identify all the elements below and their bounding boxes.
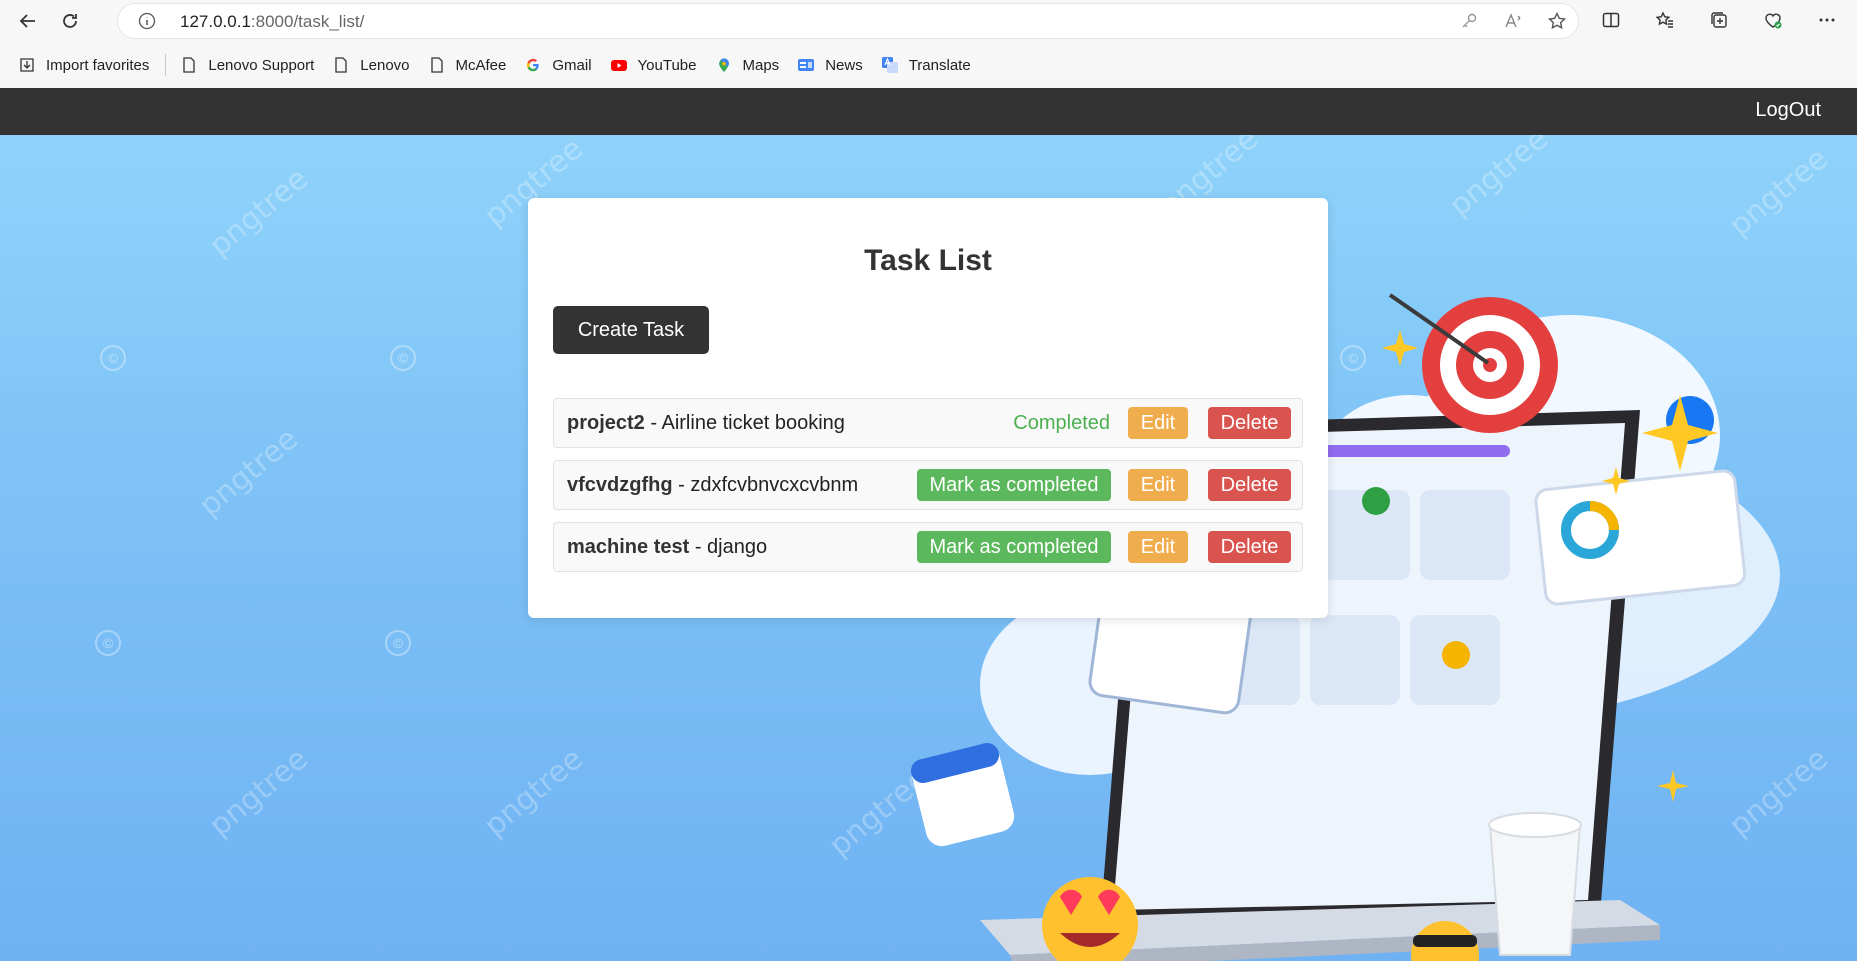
favorites-icon[interactable] bbox=[1654, 10, 1676, 30]
bookmark-label: Maps bbox=[742, 56, 780, 74]
bookmark-label: Gmail bbox=[552, 56, 592, 74]
bookmark-label: News bbox=[825, 56, 863, 74]
bookmark-mcafee[interactable]: McAfee bbox=[420, 50, 517, 80]
task-list-card: Task List Create Task project2 - Airline… bbox=[528, 198, 1328, 618]
split-screen-icon[interactable] bbox=[1600, 10, 1622, 30]
copyright-watermark-icon: © bbox=[100, 345, 126, 371]
watermark-text: pngtree bbox=[477, 741, 590, 844]
bookmark-separator bbox=[165, 54, 167, 76]
task-description: django bbox=[707, 536, 768, 558]
bookmark-label: Translate bbox=[908, 56, 971, 74]
site-info-icon[interactable] bbox=[138, 12, 156, 30]
app-navbar: LogOut bbox=[0, 88, 1857, 135]
bookmark-gmail[interactable]: Gmail bbox=[516, 50, 601, 80]
logout-link[interactable]: LogOut bbox=[1755, 99, 1821, 122]
bookmarks-bar: Import favorites Lenovo Support Lenovo M… bbox=[0, 42, 1857, 88]
task-description: zdxfcvbnvcxcvbnm bbox=[690, 474, 859, 496]
refresh-icon bbox=[63, 14, 77, 28]
task-row: project2 - Airline ticket booking Comple… bbox=[553, 398, 1303, 448]
create-task-button[interactable]: Create Task bbox=[553, 306, 709, 354]
watermark-text: pngtree bbox=[192, 421, 305, 524]
edit-button[interactable]: Edit bbox=[1128, 407, 1188, 439]
task-row: machine test - django Mark as completed … bbox=[553, 522, 1303, 572]
page-icon bbox=[332, 56, 350, 74]
delete-button[interactable]: Delete bbox=[1208, 469, 1291, 501]
task-separator: - bbox=[689, 536, 708, 558]
bookmark-lenovo-support[interactable]: Lenovo Support bbox=[172, 50, 324, 80]
address-bar[interactable]: 127.0.0.1:8000/task_list/ bbox=[118, 4, 1578, 38]
read-aloud-icon[interactable] bbox=[1502, 11, 1524, 31]
mark-completed-button[interactable]: Mark as completed bbox=[917, 531, 1111, 563]
bookmark-label: McAfee bbox=[455, 56, 507, 74]
watermark-text: pngtree bbox=[202, 161, 315, 264]
task-name: vfcvdzgfhg bbox=[567, 474, 673, 496]
browser-essentials-icon[interactable] bbox=[1762, 10, 1784, 30]
watermark-text: pngtree bbox=[202, 741, 315, 844]
task-name: machine test bbox=[567, 536, 690, 558]
back-arrow-icon bbox=[19, 14, 35, 28]
url-host: 127.0.0.1 bbox=[180, 12, 251, 31]
task-description: Airline ticket booking bbox=[661, 412, 845, 434]
task-separator: - bbox=[672, 474, 691, 496]
task-separator: - bbox=[644, 412, 662, 434]
bookmark-label: YouTube bbox=[637, 56, 697, 74]
watermark-text: pngtree bbox=[1442, 135, 1555, 224]
completed-status: Completed bbox=[1013, 412, 1110, 434]
bookmark-translate[interactable]: Translate bbox=[873, 50, 981, 80]
task-text: vfcvdzgfhg - zdxfcvbnvcxcvbnm bbox=[567, 474, 858, 497]
maps-pin-icon bbox=[715, 56, 733, 74]
bookmark-label: Import favorites bbox=[46, 56, 150, 74]
task-text: project2 - Airline ticket booking bbox=[567, 412, 845, 435]
more-options-icon[interactable] bbox=[1816, 10, 1838, 30]
task-row: vfcvdzgfhg - zdxfcvbnvcxcvbnm Mark as co… bbox=[553, 460, 1303, 510]
bookmark-news[interactable]: News bbox=[789, 50, 873, 80]
bookmark-label: Lenovo Support bbox=[208, 56, 315, 74]
browser-toolbar: 127.0.0.1:8000/task_list/ bbox=[0, 0, 1857, 42]
url-text[interactable]: 127.0.0.1:8000/task_list/ bbox=[180, 12, 364, 32]
google-icon bbox=[524, 56, 542, 74]
url-path: :8000/task_list/ bbox=[250, 12, 365, 31]
edit-button[interactable]: Edit bbox=[1128, 469, 1188, 501]
task-text: machine test - django bbox=[567, 536, 767, 559]
favorite-star-icon[interactable] bbox=[1546, 11, 1568, 31]
news-icon bbox=[797, 56, 815, 74]
collections-icon[interactable] bbox=[1708, 10, 1730, 30]
bookmark-youtube[interactable]: YouTube bbox=[602, 50, 707, 80]
bookmark-import-favorites[interactable]: Import favorites bbox=[10, 50, 159, 80]
youtube-icon bbox=[610, 56, 628, 74]
key-icon[interactable] bbox=[1458, 11, 1480, 31]
delete-button[interactable]: Delete bbox=[1208, 531, 1291, 563]
copyright-watermark-icon: © bbox=[390, 345, 416, 371]
page-title: Task List bbox=[864, 244, 992, 277]
copyright-watermark-icon: © bbox=[385, 630, 411, 656]
back-button[interactable] bbox=[12, 6, 44, 36]
copyright-watermark-icon: © bbox=[95, 630, 121, 656]
edit-button[interactable]: Edit bbox=[1128, 531, 1188, 563]
delete-button[interactable]: Delete bbox=[1208, 407, 1291, 439]
page-icon bbox=[180, 56, 198, 74]
mark-completed-button[interactable]: Mark as completed bbox=[917, 469, 1111, 501]
refresh-button[interactable] bbox=[54, 6, 86, 36]
bookmark-label: Lenovo bbox=[360, 56, 410, 74]
page-icon bbox=[428, 56, 446, 74]
import-icon bbox=[18, 56, 36, 74]
translate-icon bbox=[881, 56, 899, 74]
task-name: project2 bbox=[567, 412, 645, 434]
bookmark-maps[interactable]: Maps bbox=[707, 50, 790, 80]
bookmark-lenovo[interactable]: Lenovo bbox=[324, 50, 419, 80]
watermark-text: pngtree bbox=[1722, 141, 1835, 244]
